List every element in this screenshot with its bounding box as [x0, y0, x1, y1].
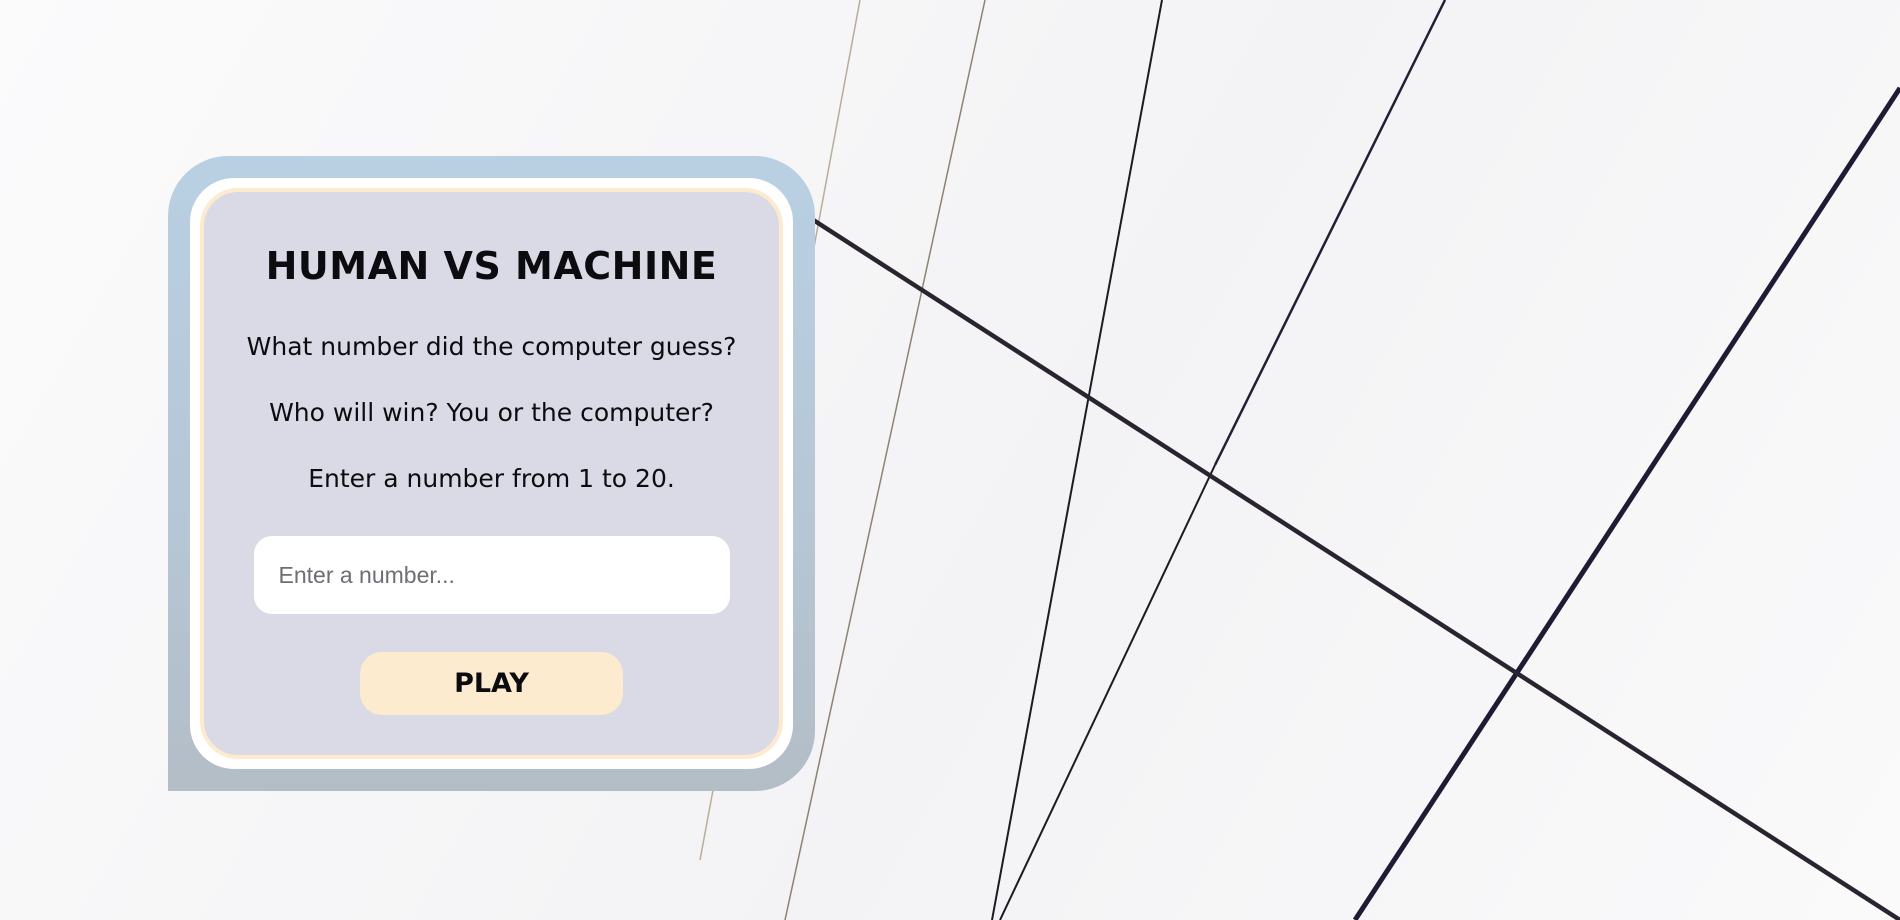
page: HUMAN VS MACHINE What number did the com… — [0, 0, 1900, 920]
bg-line — [1352, 86, 1900, 920]
bg-line — [999, 464, 1216, 920]
instruction-line-1: What number did the computer guess? — [246, 332, 737, 361]
instruction-line-3: Enter a number from 1 to 20. — [308, 464, 675, 493]
game-card-frame: HUMAN VS MACHINE What number did the com… — [168, 156, 815, 791]
number-input[interactable] — [253, 536, 730, 614]
bg-line — [1213, 0, 1447, 466]
game-card-border: HUMAN VS MACHINE What number did the com… — [190, 178, 793, 769]
bg-line — [991, 0, 1163, 920]
instruction-line-2: Who will win? You or the computer? — [269, 398, 714, 427]
bg-line — [743, 174, 1900, 920]
bg-line — [784, 0, 986, 920]
game-title: HUMAN VS MACHINE — [265, 244, 718, 288]
play-button[interactable]: PLAY — [360, 652, 623, 715]
game-card: HUMAN VS MACHINE What number did the com… — [200, 188, 783, 759]
